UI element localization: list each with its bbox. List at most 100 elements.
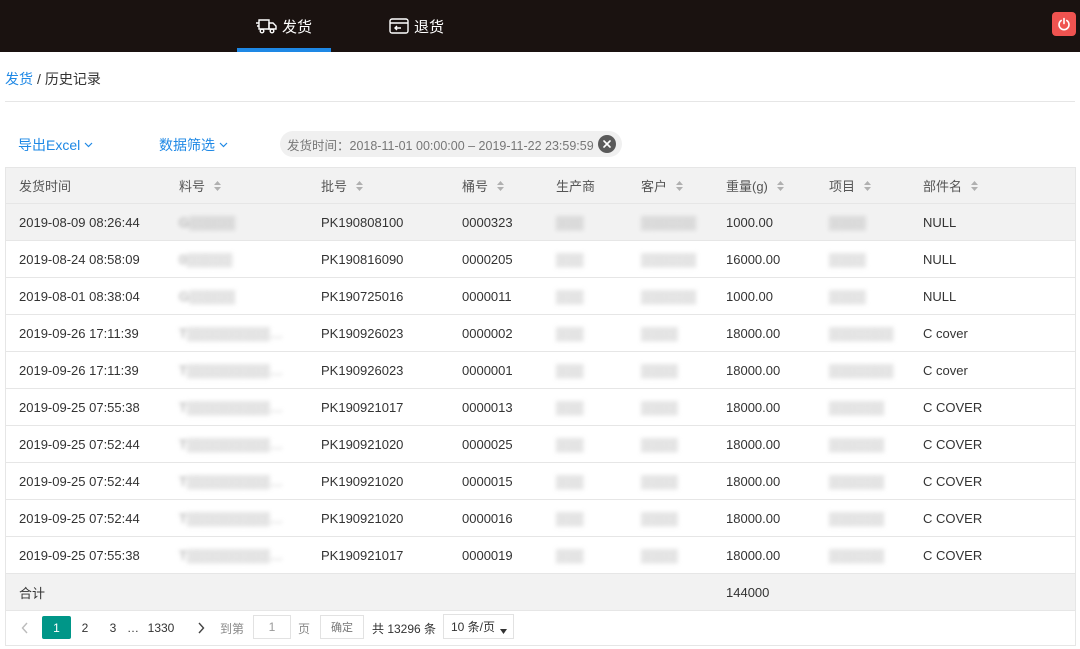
chevron-left-icon bbox=[21, 622, 28, 634]
sort-icon[interactable] bbox=[675, 180, 684, 192]
table-cell: ▒▒▒ bbox=[556, 510, 584, 526]
table-cell: 16000.00 bbox=[726, 251, 781, 267]
table-cell: ▒▒▒▒ bbox=[641, 325, 678, 341]
table-cell: T▒▒▒▒▒▒▒▒▒… bbox=[179, 510, 283, 526]
table-cell: 2019-09-25 07:55:38 bbox=[19, 399, 140, 415]
table-cell: C cover bbox=[923, 325, 968, 341]
table-row[interactable]: 2019-09-25 07:52:44 T▒▒▒▒▒▒▒▒▒… PK19092102… bbox=[6, 426, 1075, 463]
caret-down-icon bbox=[500, 623, 507, 637]
power-button[interactable] bbox=[1052, 12, 1076, 36]
prev-page-button[interactable] bbox=[18, 617, 32, 639]
table-cell: C COVER bbox=[923, 510, 983, 526]
column-header[interactable]: 桶号 bbox=[462, 168, 552, 203]
clear-filter-button[interactable] bbox=[597, 135, 616, 153]
breadcrumb-current: 历史记录 bbox=[44, 71, 101, 87]
table-row[interactable]: 2019-08-01 08:38:04 G▒▒▒▒▒ PK190725016 0000… bbox=[6, 278, 1075, 315]
column-header: 发货时间 bbox=[19, 168, 169, 203]
table-cell: 2019-09-25 07:52:44 bbox=[19, 436, 140, 452]
table-row[interactable]: 2019-08-09 08:26:44 G▒▒▒▒▒ PK190808100 0000… bbox=[6, 204, 1075, 241]
table-cell: 18000.00 bbox=[726, 547, 781, 563]
column-header[interactable]: 料号 bbox=[179, 168, 294, 203]
column-header[interactable]: 项目 bbox=[829, 168, 917, 203]
table-cell: ▒▒▒▒ bbox=[829, 251, 866, 267]
active-tab-indicator bbox=[237, 48, 331, 52]
table-cell: 18000.00 bbox=[726, 399, 781, 415]
sort-icon[interactable] bbox=[863, 180, 872, 192]
sort-icon[interactable] bbox=[496, 180, 505, 192]
sort-icon[interactable] bbox=[213, 180, 222, 192]
table-cell: ▒▒▒▒ bbox=[641, 547, 678, 563]
sort-icon[interactable] bbox=[355, 180, 364, 192]
table-cell: 0000001 bbox=[462, 362, 513, 378]
return-box-icon bbox=[388, 16, 410, 36]
top-nav-bar: 发货 退货 bbox=[0, 0, 1080, 52]
breadcrumb-separator: / bbox=[37, 71, 41, 87]
column-header-label: 重量(g) bbox=[726, 179, 768, 194]
table-row[interactable]: 2019-09-25 07:52:44 T▒▒▒▒▒▒▒▒▒… PK19092102… bbox=[6, 463, 1075, 500]
column-header-label: 生产商 bbox=[556, 179, 596, 194]
goto-page-input[interactable] bbox=[253, 615, 291, 639]
column-header[interactable]: 客户 bbox=[641, 168, 721, 203]
column-header[interactable]: 批号 bbox=[321, 168, 456, 203]
data-filter-dropdown[interactable]: 数据筛选 bbox=[159, 135, 228, 155]
table-cell: T▒▒▒▒▒▒▒▒▒… bbox=[179, 325, 283, 341]
table-cell: 2019-08-09 08:26:44 bbox=[19, 214, 140, 230]
table-cell: T▒▒▒▒▒▒▒▒▒… bbox=[179, 362, 283, 378]
table-cell: ▒▒▒ bbox=[556, 473, 584, 489]
table-cell: C COVER bbox=[923, 399, 983, 415]
page-size-value: 10 条/页 bbox=[451, 620, 496, 634]
page-current[interactable]: 1 bbox=[42, 616, 71, 639]
table-cell: PK190926023 bbox=[321, 325, 404, 341]
table-cell: ▒▒▒▒ bbox=[641, 473, 678, 489]
sort-icon[interactable] bbox=[776, 180, 785, 192]
chevron-right-icon bbox=[198, 622, 205, 634]
page-3[interactable]: 3 bbox=[106, 617, 120, 639]
table-cell: G▒▒▒▒▒ bbox=[179, 214, 236, 230]
table-cell: 0000011 bbox=[462, 288, 512, 304]
tab-ship-label: 发货 bbox=[281, 18, 312, 36]
breadcrumb-link-ship[interactable]: 发货 bbox=[5, 71, 33, 87]
tab-ship[interactable]: 发货 bbox=[237, 0, 331, 52]
table-cell: 2019-08-01 08:38:04 bbox=[19, 288, 140, 304]
table-cell: 2019-09-26 17:11:39 bbox=[19, 362, 139, 378]
column-header-label: 客户 bbox=[641, 179, 668, 194]
column-header[interactable]: 重量(g) bbox=[726, 168, 821, 203]
next-page-button[interactable] bbox=[194, 617, 208, 639]
table-row[interactable]: 2019-08-24 08:58:09 0▒▒▒▒▒ PK190816090 0000… bbox=[6, 241, 1075, 278]
page-size-select[interactable]: 10 条/页 bbox=[443, 614, 514, 639]
table-row[interactable]: 2019-09-25 07:52:44 T▒▒▒▒▒▒▒▒▒… PK19092102… bbox=[6, 500, 1075, 537]
table-cell: C COVER bbox=[923, 436, 983, 452]
table-row[interactable]: 2019-09-25 07:55:38 T▒▒▒▒▒▒▒▒▒… PK19092101… bbox=[6, 537, 1075, 574]
column-header-label: 项目 bbox=[829, 179, 856, 194]
goto-confirm-button[interactable]: 确定 bbox=[320, 615, 364, 639]
table-cell: ▒▒▒▒▒▒▒ bbox=[829, 362, 894, 378]
sort-icon[interactable] bbox=[970, 180, 979, 192]
chevron-down-icon bbox=[219, 142, 228, 148]
column-header[interactable]: 部件名 bbox=[923, 168, 1063, 203]
table-cell: G▒▒▒▒▒ bbox=[179, 288, 236, 304]
total-count: 共 13296 条 bbox=[372, 621, 437, 636]
power-icon bbox=[1057, 17, 1071, 31]
history-table: 发货时间 料号 批号 桶号 生产商 客户 重量(g) 项目 部件名 2019-08-09 08:… bbox=[5, 167, 1076, 611]
table-cell: ▒▒▒ bbox=[556, 547, 584, 563]
table-row[interactable]: 2019-09-26 17:11:39 T▒▒▒▒▒▒▒▒▒… PK19092602… bbox=[6, 315, 1075, 352]
page-ellipsis: … bbox=[127, 621, 139, 635]
page-last[interactable]: 1330 bbox=[145, 617, 177, 639]
page-unit-label: 页 bbox=[298, 621, 311, 636]
column-header-label: 部件名 bbox=[923, 179, 963, 194]
table-cell: ▒▒▒▒ bbox=[641, 362, 678, 378]
table-cell: 18000.00 bbox=[726, 362, 781, 378]
table-header: 发货时间 料号 批号 桶号 生产商 客户 重量(g) 项目 部件名 bbox=[6, 168, 1075, 204]
table-cell: 18000.00 bbox=[726, 325, 781, 341]
total-weight: 144000 bbox=[726, 584, 770, 600]
table-cell: PK190921017 bbox=[321, 399, 404, 415]
page-2[interactable]: 2 bbox=[78, 617, 92, 639]
column-header-label: 料号 bbox=[179, 179, 206, 194]
table-cell: ▒▒▒ bbox=[556, 436, 584, 452]
table-cell: 1000.00 bbox=[726, 214, 773, 230]
table-row[interactable]: 2019-09-25 07:55:38 T▒▒▒▒▒▒▒▒▒… PK19092101… bbox=[6, 389, 1075, 426]
tab-return[interactable]: 退货 bbox=[375, 0, 457, 52]
table-row[interactable]: 2019-09-26 17:11:39 T▒▒▒▒▒▒▒▒▒… PK19092602… bbox=[6, 352, 1075, 389]
export-excel-dropdown[interactable]: 导出Excel bbox=[18, 135, 93, 155]
divider bbox=[5, 101, 1075, 102]
